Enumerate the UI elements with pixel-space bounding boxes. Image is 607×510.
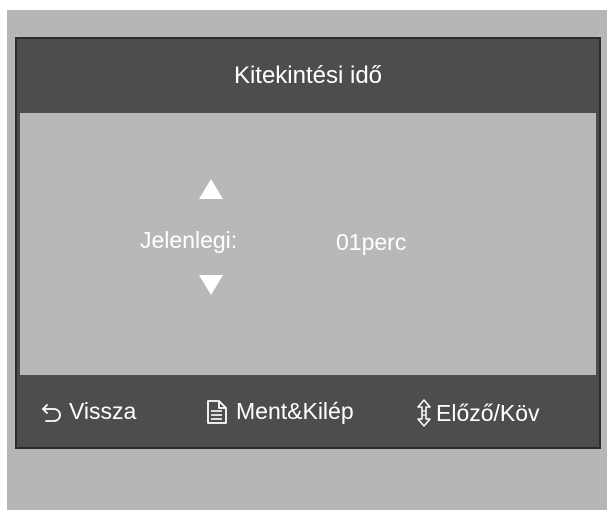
triangle-down-icon[interactable]: [199, 275, 223, 295]
footer-bar: Vissza Ment&Kilép Előző/Köv: [17, 375, 599, 447]
document-icon: [204, 399, 230, 425]
save-exit-label: Ment&Kilép: [236, 398, 354, 424]
setting-content: Jelenlegi: 01perc: [20, 113, 596, 375]
triangle-up-icon[interactable]: [199, 179, 223, 199]
settings-dialog: Kitekintési idő Jelenlegi: 01perc Vissza: [15, 37, 601, 449]
save-exit-button[interactable]: Ment&Kilép: [204, 398, 354, 425]
back-label: Vissza: [69, 398, 137, 424]
back-arrow-icon: [41, 401, 63, 423]
dialog-title: Kitekintési idő: [233, 62, 383, 89]
prev-next-button[interactable]: Előző/Köv: [415, 398, 540, 428]
back-button[interactable]: Vissza: [41, 398, 136, 425]
current-value[interactable]: 01perc: [336, 229, 406, 256]
prev-next-label: Előző/Köv: [436, 399, 540, 426]
current-label: Jelenlegi:: [140, 227, 238, 253]
up-down-arrow-icon: [415, 398, 433, 428]
